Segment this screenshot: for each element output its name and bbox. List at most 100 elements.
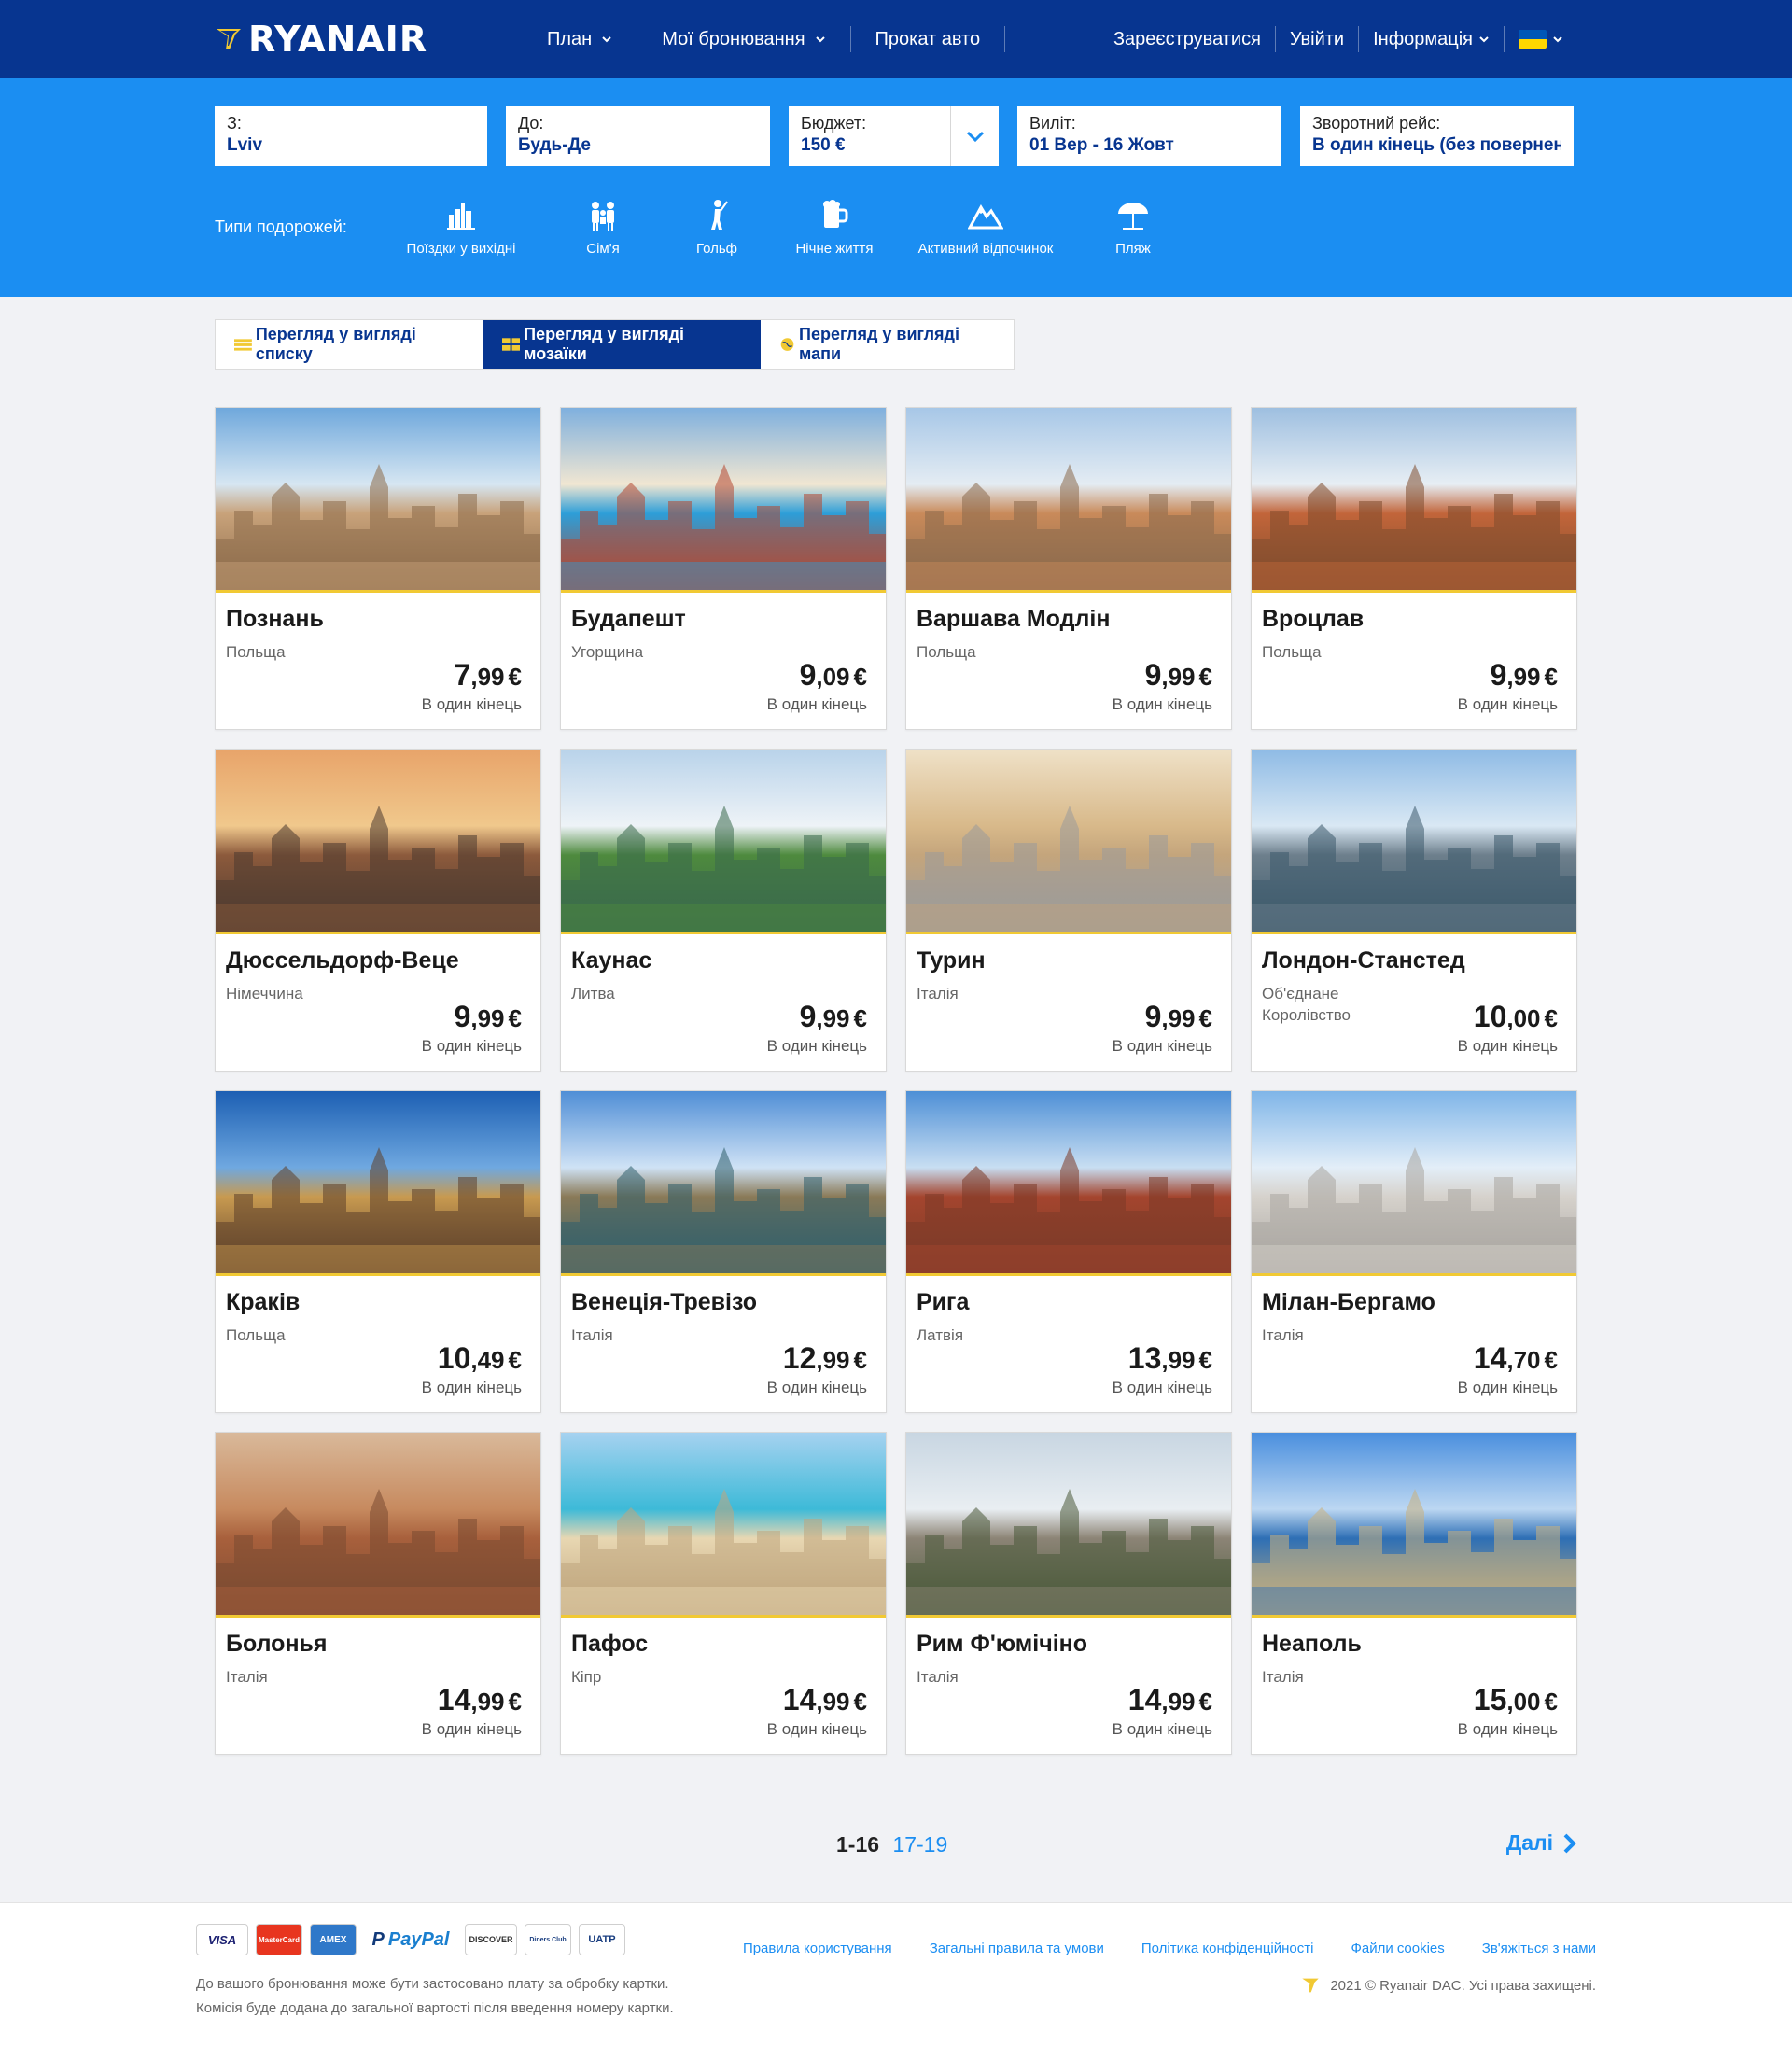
destination-card[interactable]: Венеція-Тревізо Італія 12,99 € В один кінець [560,1090,887,1413]
tab-list-view[interactable]: Перегляд у вигляді списку [216,320,483,369]
next-page-link[interactable]: 17-19 [892,1832,947,1857]
one-way-label: В один кінець [1457,1379,1558,1396]
budget-dropdown-button[interactable] [950,106,999,166]
departure-value: 01 Вер - 16 Жовт [1029,135,1174,155]
trip-type-label: Нічне життя [795,241,874,257]
destination-card[interactable]: Рим Ф'юмічіно Італія 14,99 € В один кінець [905,1432,1232,1755]
search-panel: З: Lviv До: Будь-Де Бюджет: 150 € Виліт:… [0,78,1792,297]
brand-name: RYANAIR [248,19,428,60]
budget-select[interactable]: Бюджет: 150 € [789,106,999,166]
language-selector[interactable] [1505,30,1577,49]
destination-price: 7,99 € [455,658,522,693]
login-link[interactable]: Увійти [1276,29,1358,50]
destination-card[interactable]: Турин Італія 9,99 € В один кінець [905,749,1232,1072]
destination-city: Вроцлав [1262,606,1365,632]
budget-value: 150 € [801,135,846,155]
chevron-down-icon [966,131,984,143]
trip-type-beach[interactable]: Пляж [1077,198,1189,257]
return-label: Зворотний рейс: [1312,114,1441,133]
tab-mosaic-view[interactable]: Перегляд у вигляді мозаїки [483,320,761,369]
destination-price: 14,99 € [783,1683,867,1717]
info-menu[interactable]: Інформація [1359,29,1504,50]
destination-field[interactable]: До: Будь-Де [506,106,770,166]
destination-price: 9,99 € [1491,658,1558,693]
destination-city: Лондон-Станстед [1262,947,1465,974]
destination-photo [906,1091,1231,1276]
nav-car-hire[interactable]: Прокат авто [851,26,1005,52]
destination-card[interactable]: Вроцлав Польща 9,99 € В один кінець [1251,407,1577,730]
destination-card[interactable]: Лондон-Станстед Об'єднане Королівство 10,0… [1251,749,1577,1072]
trip-type-nightlife[interactable]: Нічне життя [775,198,894,257]
cityscape-image [1252,1489,1576,1615]
destinations-grid: Познань Польща 7,99 € В один кінець Будапешт У… [215,407,1577,1755]
destination-price: 12,99 € [783,1341,867,1376]
golf-icon [711,200,728,230]
privacy-policy-link[interactable]: Політика конфіденційності [1141,1941,1314,1956]
general-terms-link[interactable]: Загальні правила та умови [930,1941,1104,1956]
destination-city: Каунас [571,947,652,974]
cityscape-image [906,1489,1231,1615]
register-link[interactable]: Зареєструватися [1099,29,1275,50]
departure-label: Виліт: [1029,114,1076,133]
destination-city: Мілан-Бергамо [1262,1289,1435,1315]
cityscape-image [561,1147,886,1273]
return-field[interactable]: Зворотний рейс: В один кінець (без повер… [1300,106,1574,166]
cityscape-image [1252,806,1576,932]
origin-field[interactable]: З: Lviv [215,106,487,166]
destination-country: Німеччина [226,985,303,1002]
nav-plan[interactable]: План [523,26,637,52]
contact-us-link[interactable]: Зв'яжіться з нами [1482,1941,1596,1956]
trip-types-label: Типи подорожей: [215,217,347,236]
destination-photo [216,750,540,934]
city-icon [447,203,475,230]
price-integer: 14 [437,1683,471,1717]
destination-value: Будь-Де [518,135,591,155]
one-way-label: В один кінець [421,1720,522,1738]
diners-logo: Diners Club [525,1924,571,1955]
destination-card[interactable]: Мілан-Бергамо Італія 14,70 € В один кінець [1251,1090,1577,1413]
destination-card[interactable]: Познань Польща 7,99 € В один кінець [215,407,541,730]
destination-card[interactable]: Краків Польща 10,49 € В один кінець [215,1090,541,1413]
amex-logo: AMEX [310,1924,357,1955]
tab-map-view[interactable]: Перегляд у вигляді мапи [761,320,1014,369]
beer-icon [823,200,848,228]
destination-card[interactable]: Неаполь Італія 15,00 € В один кінець [1251,1432,1577,1755]
destination-city: Пафос [571,1631,649,1657]
trip-type-family[interactable]: Сім'я [547,198,659,257]
trip-type-label: Гольф [695,241,738,257]
pagination: 1-16 17-19 Далі [215,1825,1577,1881]
nav-divider [1004,26,1006,52]
nav-my-bookings-label: Мої бронювання [662,28,805,49]
destination-photo [1252,750,1576,934]
discover-logo: DISCOVER [465,1924,517,1955]
nav-my-bookings[interactable]: Мої бронювання [637,26,849,52]
destination-city: Познань [226,606,324,632]
destination-card[interactable]: Варшава Модлін Польща 9,99 € В один кінець [905,407,1232,730]
trip-type-weekend[interactable]: Поїздки у вихідні [375,198,547,257]
destination-photo [561,408,886,593]
destination-card[interactable]: Пафос Кіпр 14,99 € В один кінець [560,1432,887,1755]
trip-type-label: Активний відпочинок [917,241,1054,257]
terms-of-use-link[interactable]: Правила користування [743,1941,892,1956]
destination-label: До: [518,114,544,133]
destination-card[interactable]: Будапешт Угорщина 9,09 € В один кінець [560,407,887,730]
destination-card[interactable]: Болонья Італія 14,99 € В один кінець [215,1432,541,1755]
destination-price: 13,99 € [1128,1341,1212,1376]
cityscape-image [216,1489,540,1615]
destination-city: Варшава Модлін [917,606,1111,632]
nav-car-hire-label: Прокат авто [875,28,981,49]
destination-country: Польща [1262,643,1322,661]
ryanair-logo[interactable]: RYANAIR [215,19,523,60]
cityscape-image [906,806,1231,932]
next-button[interactable]: Далі [1506,1830,1577,1856]
destination-city: Болонья [226,1631,328,1657]
price-decimal: ,99 [816,1346,850,1374]
price-currency: € [1544,1688,1558,1716]
cookies-link[interactable]: Файли cookies [1351,1941,1444,1956]
destination-card[interactable]: Дюссельдорф-Веце Німеччина 9,99 € В один кін… [215,749,541,1072]
departure-dates-field[interactable]: Виліт: 01 Вер - 16 Жовт [1017,106,1281,166]
destination-card[interactable]: Рига Латвія 13,99 € В один кінець [905,1090,1232,1413]
destination-card[interactable]: Каунас Литва 9,99 € В один кінець [560,749,887,1072]
trip-type-active[interactable]: Активний відпочинок [894,198,1077,257]
trip-type-golf[interactable]: Гольф [659,198,775,257]
